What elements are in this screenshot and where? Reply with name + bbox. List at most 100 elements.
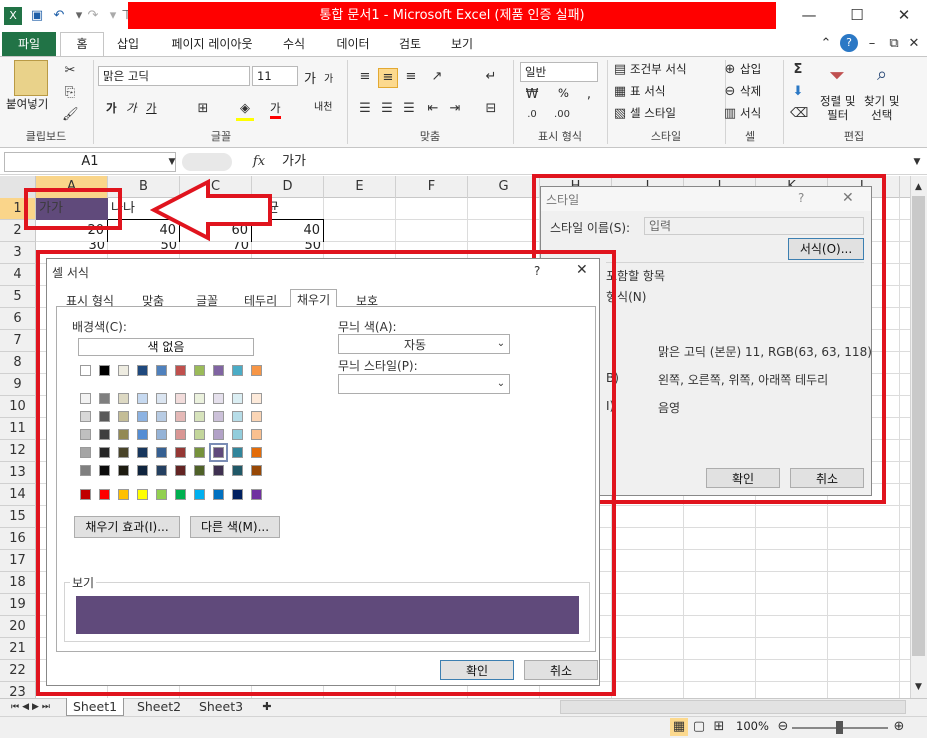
phonetic-button[interactable]: 내천 (314, 98, 332, 113)
row-header-21[interactable]: 21 (0, 638, 36, 660)
cut-icon[interactable]: ✂ (62, 62, 78, 80)
row-header-22[interactable]: 22 (0, 660, 36, 682)
scroll-up-icon[interactable]: ▲ (910, 178, 927, 196)
row-header-16[interactable]: 16 (0, 528, 36, 550)
font-shrink-button[interactable]: 가 (324, 70, 333, 85)
find-select-icon[interactable]: ⌕ (868, 62, 896, 88)
row-header-13[interactable]: 13 (0, 462, 36, 484)
formula-bar-splitter[interactable] (182, 153, 232, 171)
tab-insert[interactable]: 삽입 (108, 32, 148, 56)
sheet-nav-icon[interactable]: ⏮◀▶⏭ (2, 698, 62, 716)
merge-center-icon[interactable]: ⊟ (482, 100, 500, 118)
sheet-tab-2[interactable]: Sheet2 (130, 698, 188, 716)
name-box[interactable]: A1 (4, 152, 176, 172)
percent-button[interactable]: % (558, 86, 569, 100)
scroll-down-icon[interactable]: ▼ (910, 678, 927, 696)
zoom-slider-thumb[interactable] (836, 721, 843, 734)
conditional-format-icon[interactable]: ▤ (612, 61, 628, 79)
align-left-icon[interactable]: ☰ (356, 100, 374, 118)
align-middle-icon[interactable]: ≡ (378, 68, 398, 88)
tab-file[interactable]: 파일 (2, 32, 56, 56)
increase-indent-icon[interactable]: ⇥ (446, 100, 464, 118)
fill-icon[interactable]: ⬇ (790, 83, 806, 101)
help-icon[interactable]: ? (840, 34, 858, 52)
copy-icon[interactable]: ⎘ (62, 84, 78, 102)
align-bottom-icon[interactable]: ≡ (402, 68, 420, 86)
insert-cells-icon[interactable]: ⊕ (722, 61, 738, 79)
maximize-button[interactable]: ☐ (834, 0, 880, 30)
number-format-combo[interactable]: 일반 (520, 62, 598, 82)
vertical-scroll-thumb[interactable] (912, 196, 925, 656)
row-header-11[interactable]: 11 (0, 418, 36, 440)
name-box-dropdown-icon[interactable]: ▼ (166, 153, 178, 171)
column-header-f[interactable]: F (396, 176, 468, 198)
minimize-button[interactable]: — (786, 0, 832, 30)
expand-formula-bar-icon[interactable]: ▼ (910, 153, 924, 171)
save-icon[interactable]: ▣ (28, 7, 46, 25)
row-header-3[interactable]: 3 (0, 242, 36, 264)
tab-home[interactable]: 홈 (60, 32, 104, 57)
normal-view-icon[interactable]: ▦ (670, 718, 688, 736)
cell-c3[interactable]: 70 (180, 242, 252, 250)
tab-data[interactable]: 데이터 (330, 32, 376, 56)
row-header-5[interactable]: 5 (0, 286, 36, 308)
ribbon-collapse-icon[interactable]: ⌃ (818, 35, 834, 53)
paste-icon[interactable] (14, 60, 48, 96)
find-select-button[interactable]: 찾기 및 선택 (864, 94, 899, 122)
borders-icon[interactable]: ⊞ (194, 100, 212, 118)
align-top-icon[interactable]: ≡ (356, 68, 374, 86)
close-workbook-icon[interactable]: ✕ (906, 35, 922, 53)
close-window-button[interactable]: ✕ (881, 0, 927, 30)
row-header-4[interactable]: 4 (0, 264, 36, 286)
insert-cells-button[interactable]: 삽입 (740, 61, 761, 77)
row-header-7[interactable]: 7 (0, 330, 36, 352)
sheet-tab-3[interactable]: Sheet3 (192, 698, 250, 716)
paste-button-label[interactable]: 붙여넣기 (6, 96, 48, 112)
column-header-g[interactable]: G (468, 176, 540, 198)
zoom-out-icon[interactable]: ⊖ (776, 718, 790, 736)
zoom-in-icon[interactable]: ⊕ (892, 718, 906, 736)
row-header-10[interactable]: 10 (0, 396, 36, 418)
tab-page-layout[interactable]: 페이지 레이아웃 (162, 32, 262, 56)
delete-cells-icon[interactable]: ⊖ (722, 83, 738, 101)
cell-d3[interactable]: 50 (252, 242, 324, 250)
format-table-icon[interactable]: ▦ (612, 83, 628, 101)
row-header-8[interactable]: 8 (0, 352, 36, 374)
format-table-button[interactable]: 표 서식 (630, 83, 665, 99)
row-header-15[interactable]: 15 (0, 506, 36, 528)
comma-style-icon[interactable]: , (580, 86, 598, 104)
align-center-icon[interactable]: ☰ (378, 100, 396, 118)
decrease-decimal-icon[interactable]: .00 (552, 106, 572, 124)
align-right-icon[interactable]: ☰ (400, 100, 418, 118)
decrease-indent-icon[interactable]: ⇤ (424, 100, 442, 118)
delete-cells-button[interactable]: 삭제 (740, 83, 761, 99)
row-header-9[interactable]: 9 (0, 374, 36, 396)
row-header-19[interactable]: 19 (0, 594, 36, 616)
page-layout-view-icon[interactable]: ▢ (690, 718, 708, 736)
column-header-e[interactable]: E (324, 176, 396, 198)
autosum-icon[interactable]: Σ (790, 61, 806, 79)
row-header-14[interactable]: 14 (0, 484, 36, 506)
format-painter-icon[interactable]: 🖌 (62, 106, 79, 124)
undo-icon[interactable]: ↶ (50, 7, 68, 25)
underline-button[interactable]: 가 (146, 100, 157, 116)
cell-b3[interactable]: 50 (108, 242, 180, 250)
fill-color-icon[interactable]: ◈ (236, 100, 254, 121)
zoom-level[interactable]: 100% (736, 719, 769, 733)
cell-a3[interactable]: 30 (36, 242, 108, 250)
tab-formulas[interactable]: 수식 (274, 32, 314, 56)
tab-review[interactable]: 검토 (392, 32, 428, 56)
cell-styles-icon[interactable]: ▧ (612, 105, 628, 123)
sort-filter-icon[interactable]: ⏷ (824, 62, 850, 88)
wrap-text-icon[interactable]: ↵ (482, 68, 500, 86)
bold-button[interactable]: 가 (106, 100, 117, 116)
formula-input[interactable]: 가가 (272, 151, 908, 173)
clear-icon[interactable]: ⌫ (790, 105, 808, 123)
row-header-18[interactable]: 18 (0, 572, 36, 594)
redo-icon[interactable]: ↷ (84, 7, 102, 25)
currency-icon[interactable]: ₩ (522, 86, 542, 104)
row-header-12[interactable]: 12 (0, 440, 36, 462)
italic-button[interactable]: 가 (126, 100, 137, 116)
restore-workbook-icon[interactable]: ⧉ (886, 35, 902, 53)
increase-decimal-icon[interactable]: .0 (522, 106, 542, 124)
